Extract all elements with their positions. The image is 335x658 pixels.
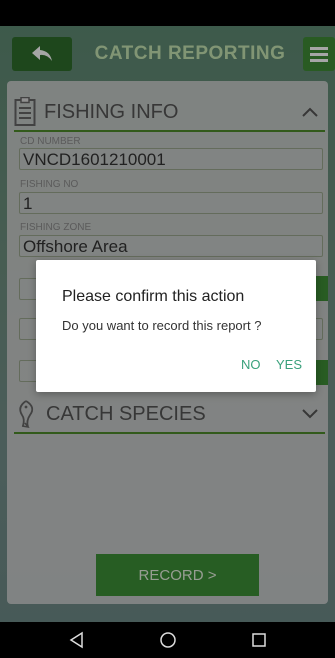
system-nav-bar — [0, 622, 335, 658]
nav-back-icon[interactable] — [68, 631, 86, 649]
app-screen: CATCH REPORTING FISHING INFO CD NUMBER V… — [0, 26, 335, 622]
confirm-dialog: Please confirm this action Do you want t… — [36, 260, 316, 392]
dialog-message: Do you want to record this report ? — [62, 318, 262, 333]
yes-button[interactable]: YES — [276, 357, 302, 372]
dialog-title: Please confirm this action — [62, 288, 245, 305]
status-bar — [0, 0, 335, 26]
nav-home-icon[interactable] — [159, 631, 177, 649]
no-button[interactable]: NO — [241, 357, 261, 372]
nav-recents-icon[interactable] — [250, 631, 268, 649]
